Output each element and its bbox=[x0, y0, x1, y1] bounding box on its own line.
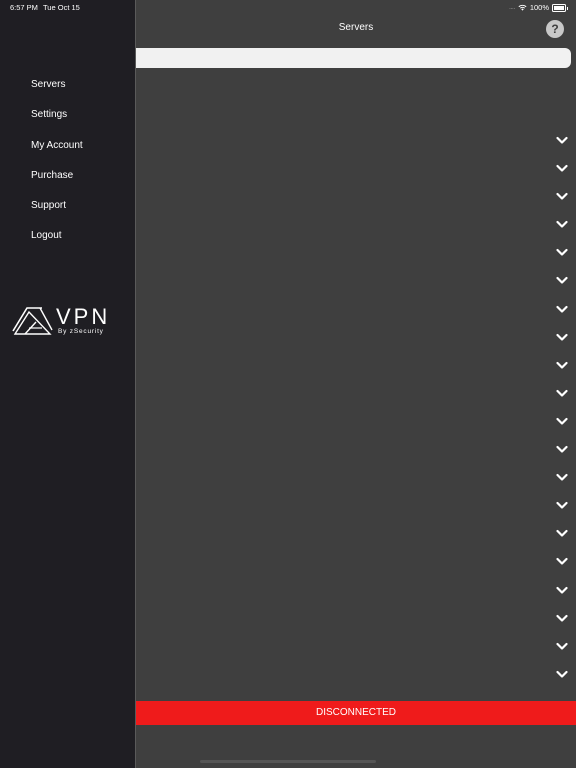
chevron-down-icon[interactable] bbox=[556, 445, 568, 454]
server-row[interactable] bbox=[136, 326, 576, 354]
server-row[interactable] bbox=[136, 298, 576, 326]
chevron-down-icon[interactable] bbox=[556, 557, 568, 566]
logo-text: VPN bbox=[56, 304, 111, 329]
signal-icon: .... bbox=[509, 4, 515, 11]
server-row[interactable] bbox=[136, 550, 576, 578]
home-indicator bbox=[200, 760, 376, 763]
server-row[interactable] bbox=[136, 157, 576, 185]
main-panel: Servers ? DISCONNECTED bbox=[136, 0, 576, 768]
chevron-down-icon[interactable] bbox=[556, 670, 568, 679]
chevron-down-icon[interactable] bbox=[556, 529, 568, 538]
server-row[interactable] bbox=[136, 185, 576, 213]
chevron-down-icon[interactable] bbox=[556, 389, 568, 398]
menu-item-purchase[interactable]: Purchase bbox=[31, 170, 83, 200]
server-row[interactable] bbox=[136, 522, 576, 550]
chevron-down-icon[interactable] bbox=[556, 305, 568, 314]
battery-icon bbox=[552, 3, 568, 12]
server-row[interactable] bbox=[136, 438, 576, 466]
chevron-down-icon[interactable] bbox=[556, 220, 568, 229]
menu-item-servers[interactable]: Servers bbox=[31, 79, 83, 109]
help-button[interactable]: ? bbox=[546, 20, 564, 38]
chevron-down-icon[interactable] bbox=[556, 642, 568, 651]
status-date: Tue Oct 15 bbox=[43, 3, 80, 12]
status-time: 6:57 PM bbox=[10, 3, 38, 12]
server-row[interactable] bbox=[136, 129, 576, 157]
status-right: .... 100% bbox=[509, 3, 568, 12]
chevron-down-icon[interactable] bbox=[556, 276, 568, 285]
chevron-down-icon[interactable] bbox=[556, 614, 568, 623]
menu-item-support[interactable]: Support bbox=[31, 200, 83, 230]
wifi-icon bbox=[518, 4, 527, 11]
chevron-down-icon[interactable] bbox=[556, 136, 568, 145]
chevron-down-icon[interactable] bbox=[556, 192, 568, 201]
server-row[interactable] bbox=[136, 466, 576, 494]
menu-item-my-account[interactable]: My Account bbox=[31, 140, 83, 170]
chevron-down-icon[interactable] bbox=[556, 417, 568, 426]
chevron-down-icon[interactable] bbox=[556, 333, 568, 342]
server-row[interactable] bbox=[136, 382, 576, 410]
status-bar: 6:57 PM Tue Oct 15 .... 100% bbox=[0, 0, 576, 14]
server-row[interactable] bbox=[136, 663, 576, 691]
logo-subtext: By zSecurity bbox=[58, 328, 104, 335]
connection-status-bar[interactable]: DISCONNECTED bbox=[136, 701, 576, 725]
page-title: Servers bbox=[338, 22, 374, 33]
chevron-down-icon[interactable] bbox=[556, 361, 568, 370]
server-row[interactable] bbox=[136, 269, 576, 297]
connection-status-label: DISCONNECTED bbox=[315, 707, 396, 718]
battery-percent: 100% bbox=[529, 3, 549, 12]
search-input[interactable] bbox=[136, 48, 571, 68]
chevron-down-icon[interactable] bbox=[556, 586, 568, 595]
server-row[interactable] bbox=[136, 579, 576, 607]
chevron-down-icon[interactable] bbox=[556, 501, 568, 510]
server-list bbox=[136, 129, 576, 691]
vpn-logo: VPN By zSecurity bbox=[12, 304, 122, 338]
server-row[interactable] bbox=[136, 494, 576, 522]
chevron-down-icon[interactable] bbox=[556, 248, 568, 257]
server-row[interactable] bbox=[136, 635, 576, 663]
server-row[interactable] bbox=[136, 241, 576, 269]
side-menu-list: Servers Settings My Account Purchase Support… bbox=[31, 79, 83, 261]
chevron-down-icon[interactable] bbox=[556, 164, 568, 173]
server-row[interactable] bbox=[136, 354, 576, 382]
menu-item-logout[interactable]: Logout bbox=[31, 230, 83, 260]
menu-item-settings[interactable]: Settings bbox=[31, 109, 83, 139]
server-row[interactable] bbox=[136, 410, 576, 438]
side-menu: Servers Settings My Account Purchase Support… bbox=[0, 0, 136, 768]
server-row[interactable] bbox=[136, 607, 576, 635]
chevron-down-icon[interactable] bbox=[556, 473, 568, 482]
server-row[interactable] bbox=[136, 213, 576, 241]
